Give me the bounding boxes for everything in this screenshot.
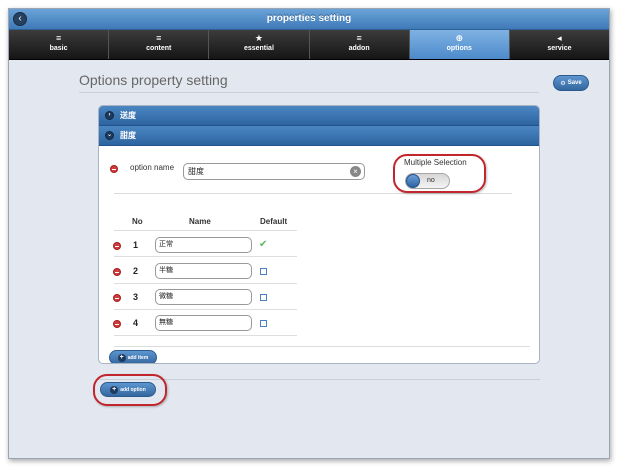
toggle-value: no — [427, 177, 435, 184]
gear-icon: ⚙ — [560, 80, 566, 87]
options-panel: › 送度 ⌄ 甜度 option name 甜度 × Multiple Sele… — [98, 105, 540, 364]
delete-row-icon[interactable] — [113, 268, 121, 276]
star-icon: ★ — [254, 33, 263, 43]
row-number: 2 — [133, 266, 139, 276]
row-divider — [114, 309, 297, 310]
plus-icon: + — [110, 385, 119, 394]
accordion-header-expanded[interactable]: ⌄ 甜度 — [99, 126, 539, 146]
tab-label: addon — [348, 45, 370, 52]
row-number: 1 — [133, 240, 139, 250]
tab-label: content — [146, 45, 172, 52]
list-icon: ≡ — [356, 33, 362, 43]
tab-addon[interactable]: ≡ addon — [310, 30, 410, 59]
divider — [98, 379, 540, 380]
list-icon: ≡ — [55, 33, 62, 43]
option-name-label: option name — [130, 163, 175, 172]
chevron-left-icon: ◂ — [557, 33, 562, 43]
row-name-input[interactable]: 微糖 — [155, 289, 252, 305]
clear-icon[interactable]: × — [350, 166, 361, 177]
delete-row-icon[interactable] — [113, 320, 121, 328]
properties-window: ‹ properties setting ≡ basic ≡ content ★… — [8, 8, 610, 459]
chevron-right-icon: › — [105, 111, 114, 120]
checkbox-icon[interactable] — [260, 320, 267, 327]
row-divider — [114, 335, 297, 336]
row-divider — [114, 283, 297, 284]
add-option-button[interactable]: + add option — [100, 382, 156, 397]
save-button[interactable]: ⚙ Save — [553, 75, 589, 91]
title-bar: ‹ properties setting — [9, 9, 609, 30]
row-name-input[interactable]: 正常 — [155, 237, 252, 253]
list-icon: ≡ — [156, 33, 162, 43]
tab-essential[interactable]: ★ essential — [209, 30, 310, 59]
column-header-default: Default — [260, 217, 288, 226]
tab-label: options — [446, 45, 472, 52]
tab-options[interactable]: ⊕ options — [409, 30, 510, 59]
save-button-label: Save — [567, 80, 582, 86]
tab-label: service — [547, 45, 572, 52]
window-title: properties setting — [266, 13, 352, 24]
checkmark-icon[interactable]: ✔ — [259, 239, 267, 250]
multiple-selection-label: Multiple Selection — [404, 158, 467, 167]
tab-basic[interactable]: ≡ basic — [9, 30, 110, 59]
delete-row-icon[interactable] — [113, 242, 121, 250]
title-divider — [79, 92, 539, 93]
divider — [114, 193, 512, 194]
delete-row-icon[interactable] — [113, 294, 121, 302]
chevron-down-icon: ⌄ — [105, 131, 114, 140]
row-divider — [114, 230, 297, 231]
column-header-no: No — [132, 217, 143, 226]
checkbox-icon[interactable] — [260, 294, 267, 301]
tab-label: basic — [49, 45, 68, 52]
row-divider — [114, 256, 297, 257]
add-option-label: add option — [120, 386, 146, 393]
page-title: Options property setting — [79, 72, 228, 88]
accordion-header-collapsed[interactable]: › 送度 — [99, 106, 539, 126]
row-name-input[interactable]: 無糖 — [155, 315, 252, 331]
tab-bar: ≡ basic ≡ content ★ essential ≡ addon ⊕ … — [9, 30, 609, 60]
checkbox-icon[interactable] — [260, 268, 267, 275]
tab-service[interactable]: ◂ service — [510, 30, 609, 59]
accordion-label: 甜度 — [120, 131, 136, 140]
plus-circle-icon: ⊕ — [455, 33, 464, 43]
multiple-selection-toggle[interactable]: no — [405, 173, 450, 189]
tab-content[interactable]: ≡ content — [109, 30, 210, 59]
accordion-label: 送度 — [120, 111, 136, 120]
plus-icon: + — [117, 353, 126, 362]
delete-option-icon[interactable] — [110, 165, 118, 173]
row-number: 4 — [133, 318, 139, 328]
option-name-value: 甜度 — [188, 167, 204, 176]
column-header-name: Name — [189, 217, 211, 226]
add-item-label: add item — [127, 354, 149, 361]
tab-label: essential — [243, 45, 274, 52]
row-number: 3 — [133, 292, 139, 302]
toggle-knob — [406, 174, 420, 188]
add-item-button[interactable]: + add item — [109, 350, 157, 363]
option-name-input[interactable]: 甜度 × — [183, 163, 365, 180]
row-name-input[interactable]: 半糖 — [155, 263, 252, 279]
divider — [114, 346, 530, 347]
